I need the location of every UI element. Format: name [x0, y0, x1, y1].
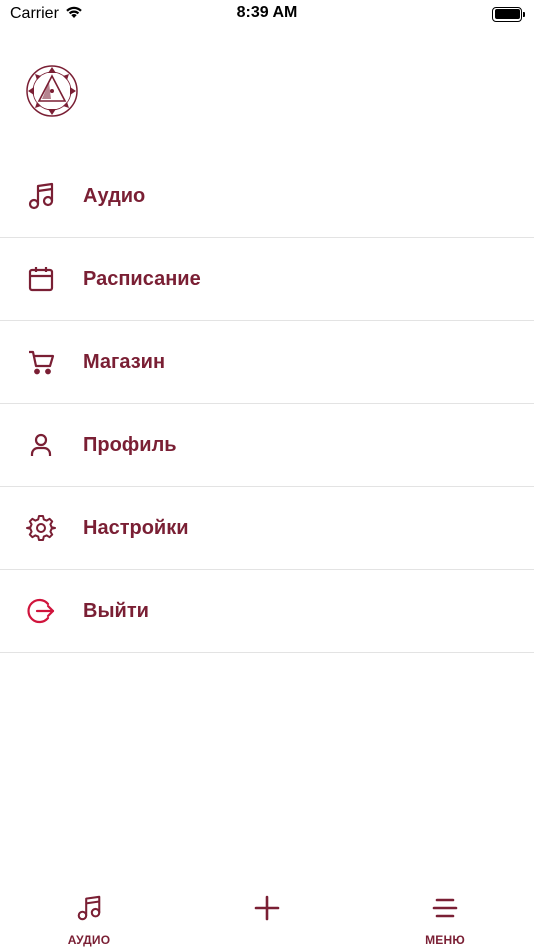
app-logo	[25, 64, 79, 118]
plus-icon	[253, 894, 281, 927]
menu-item-logout[interactable]: Выйти	[0, 570, 534, 653]
tab-label: МЕНЮ	[425, 933, 465, 947]
side-menu: Аудио Расписание Магазин Профиль Настрой…	[0, 155, 534, 653]
tab-label: АУДИО	[67, 933, 111, 947]
battery-icon	[492, 6, 525, 22]
menu-item-label: Магазин	[83, 350, 166, 373]
tab-add[interactable]	[178, 880, 356, 950]
user-icon	[24, 428, 58, 462]
tab-audio[interactable]: АУДИО	[0, 880, 178, 950]
menu-item-label: Настройки	[83, 516, 189, 539]
status-right	[492, 6, 525, 22]
menu-item-settings[interactable]: Настройки	[0, 487, 534, 570]
cart-icon	[24, 345, 58, 379]
menu-item-shop[interactable]: Магазин	[0, 321, 534, 404]
menu-icon	[431, 894, 459, 927]
menu-item-label: Выйти	[83, 599, 149, 622]
battery-fill	[494, 9, 520, 19]
menu-item-profile[interactable]: Профиль	[0, 404, 534, 487]
menu-item-label: Профиль	[83, 433, 177, 456]
music-note-icon	[75, 894, 103, 927]
logout-icon	[24, 594, 58, 628]
screen: Carrier 8:39 AM Аудио Расписание Магазин…	[0, 0, 534, 950]
status-time: 8:39 AM	[236, 4, 298, 21]
tab-bar: АУДИО МЕНЮ	[0, 880, 534, 950]
gear-icon	[24, 511, 58, 545]
tab-menu[interactable]: МЕНЮ	[356, 880, 534, 950]
menu-item-label: Расписание	[83, 267, 201, 290]
menu-item-label: Аудио	[83, 184, 146, 207]
calendar-icon	[24, 262, 58, 296]
menu-item-schedule[interactable]: Расписание	[0, 238, 534, 321]
music-note-icon	[24, 179, 58, 213]
menu-item-audio[interactable]: Аудио	[0, 155, 534, 238]
status-bar: Carrier 8:39 AM	[0, 0, 534, 28]
